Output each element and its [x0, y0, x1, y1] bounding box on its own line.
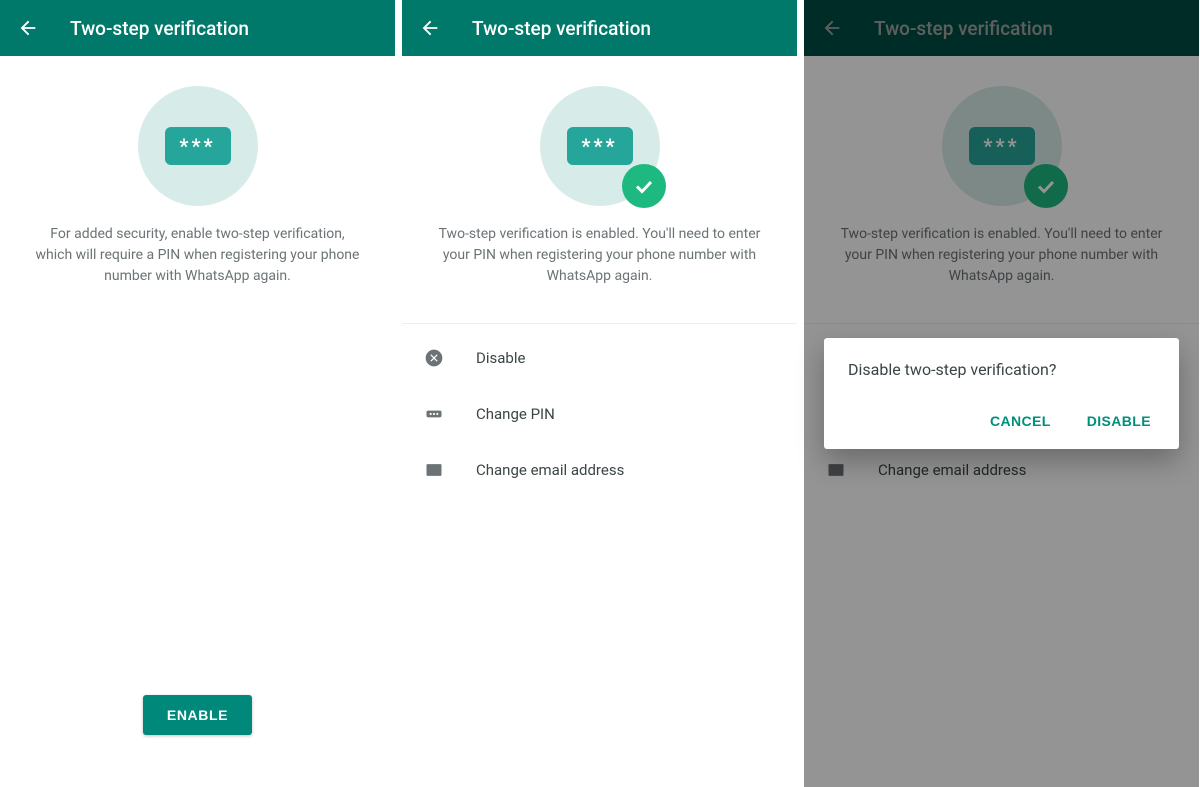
screen-enabled: Two-step verification *** Two-step verif…: [402, 0, 797, 787]
option-list: Disable Change PIN Change email address: [402, 324, 797, 498]
confirm-dialog: Disable two-step verification? CANCEL DI…: [824, 338, 1179, 449]
dialog-title: Disable two-step verification?: [848, 360, 1155, 379]
appbar: Two-step verification: [402, 0, 797, 56]
screen-setup: Two-step verification *** For added secu…: [0, 0, 395, 787]
pin-icon: [422, 402, 446, 426]
screen-disable-dialog: Two-step verification *** Two-step verif…: [804, 0, 1199, 787]
option-change-email[interactable]: Change email address: [402, 442, 797, 498]
enabled-description: Two-step verification is enabled. You'll…: [430, 224, 769, 287]
bottom-button-row: ENABLE: [0, 695, 395, 735]
option-label: Disable: [476, 349, 525, 367]
appbar-title: Two-step verification: [472, 17, 651, 40]
option-change-pin[interactable]: Change PIN: [402, 386, 797, 442]
hero-section: *** For added security, enable two-step …: [0, 56, 395, 305]
enable-button[interactable]: ENABLE: [143, 695, 252, 735]
appbar-title: Two-step verification: [70, 17, 249, 40]
dialog-disable-button[interactable]: DISABLE: [1083, 405, 1155, 437]
hero-section: *** Two-step verification is enabled. Yo…: [402, 56, 797, 305]
pin-chip-icon: ***: [165, 127, 231, 165]
dialog-cancel-button[interactable]: CANCEL: [986, 405, 1055, 437]
back-button[interactable]: [16, 16, 40, 40]
dialog-actions: CANCEL DISABLE: [848, 405, 1155, 437]
pin-chip-icon: ***: [567, 127, 633, 165]
email-icon: [422, 458, 446, 482]
appbar: Two-step verification: [0, 0, 395, 56]
option-label: Change email address: [476, 461, 624, 479]
check-icon: [622, 164, 666, 208]
pin-illustration: ***: [540, 86, 660, 206]
pin-illustration: ***: [138, 86, 258, 206]
setup-description: For added security, enable two-step veri…: [28, 224, 367, 287]
cancel-icon: [422, 346, 446, 370]
back-button[interactable]: [418, 16, 442, 40]
option-label: Change PIN: [476, 405, 555, 423]
option-disable[interactable]: Disable: [402, 330, 797, 386]
